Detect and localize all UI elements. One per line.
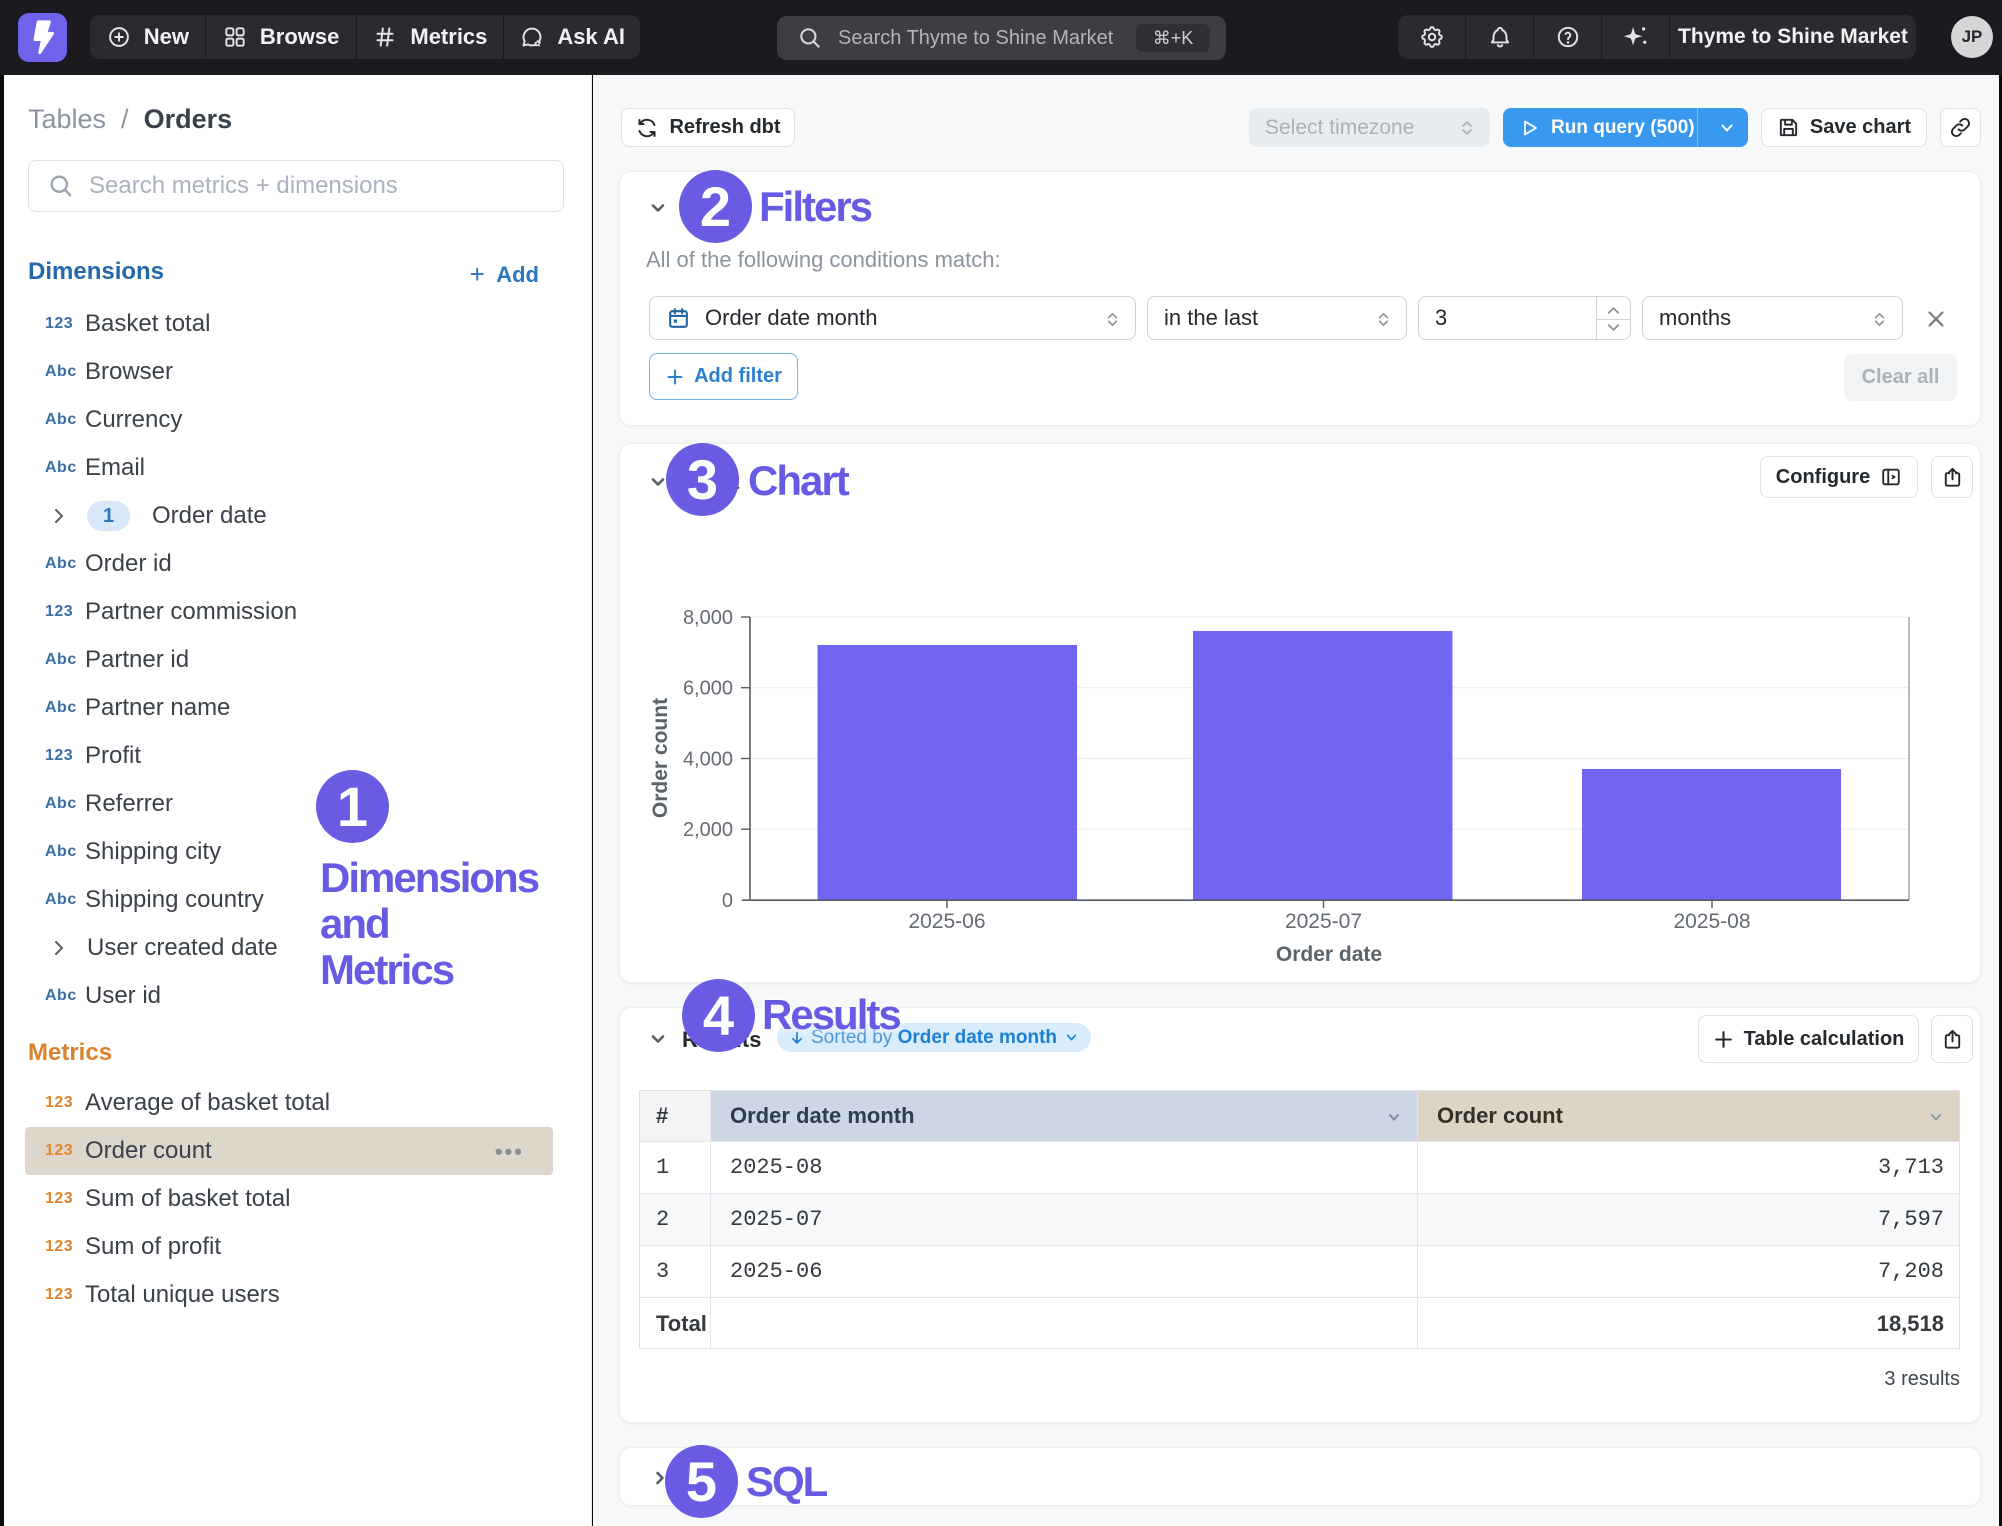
svg-text:0: 0 [722, 890, 733, 912]
svg-text:6,000: 6,000 [683, 678, 733, 700]
svg-text:2,000: 2,000 [683, 819, 733, 841]
svg-text:8,000: 8,000 [683, 607, 733, 629]
svg-text:Order count: Order count [649, 698, 672, 818]
svg-text:2025-06: 2025-06 [908, 910, 985, 933]
svg-text:2025-08: 2025-08 [1673, 910, 1750, 933]
svg-text:4,000: 4,000 [683, 749, 733, 771]
svg-text:2025-07: 2025-07 [1285, 910, 1362, 933]
svg-text:Order date: Order date [1276, 943, 1382, 966]
